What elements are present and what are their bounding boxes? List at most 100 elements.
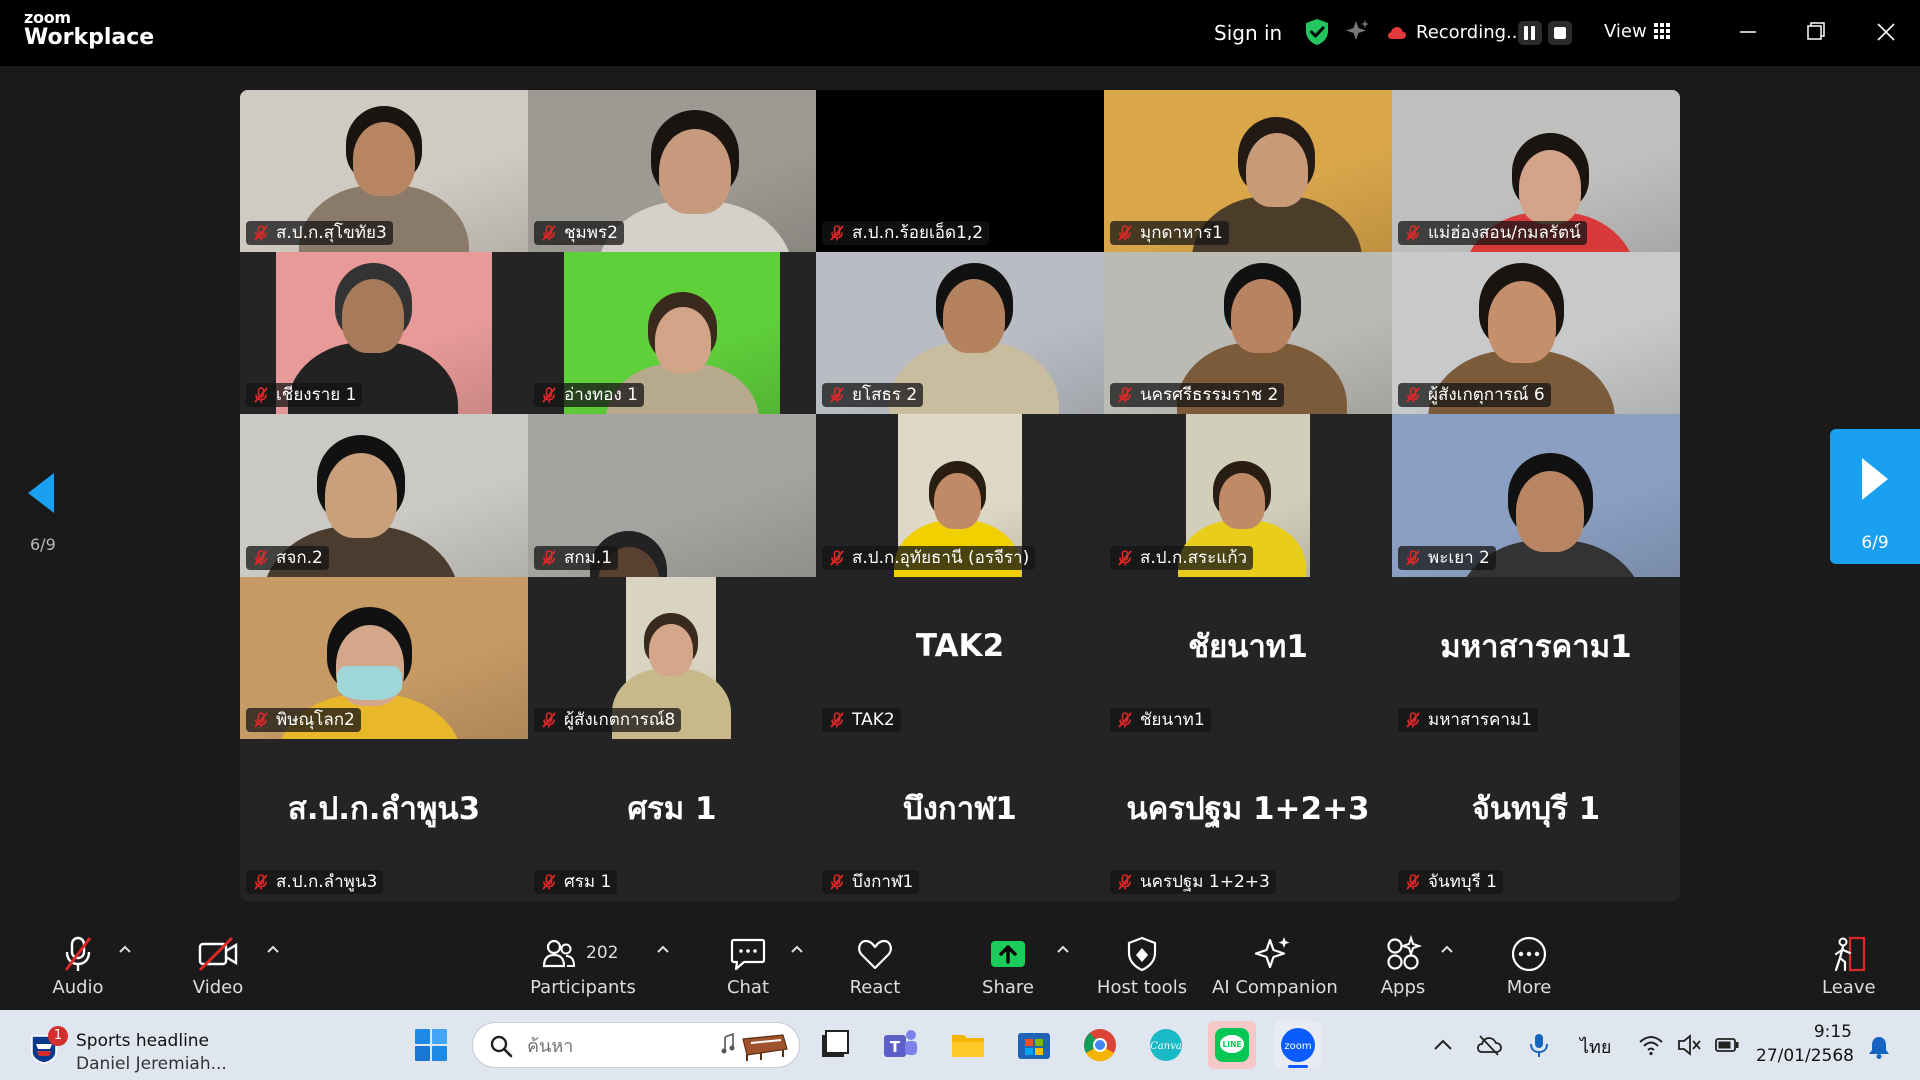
previous-page-arrow-icon[interactable] bbox=[26, 472, 56, 514]
participant-face bbox=[353, 121, 415, 196]
taskbar-app-zoom-button[interactable]: zoom bbox=[1274, 1021, 1322, 1069]
participant-name-label: ยโสธร 2 bbox=[822, 383, 924, 408]
participant-tile[interactable]: นครศรีธรรมราช 2 bbox=[1104, 252, 1392, 415]
participant-tile[interactable]: ยโสธร 2 bbox=[816, 252, 1104, 415]
grid-view-icon[interactable] bbox=[1654, 23, 1670, 39]
audio-button[interactable]: Audio bbox=[42, 934, 114, 998]
more-button[interactable]: More bbox=[1504, 934, 1554, 998]
participant-name-label: จันทบุรี 1 bbox=[1398, 869, 1503, 894]
sign-in-link[interactable]: Sign in bbox=[1214, 21, 1282, 45]
participant-name-label: มหาสารคาม1 bbox=[1398, 707, 1538, 732]
participant-tile[interactable]: ส.ป.ก.สุโขทัย3 bbox=[240, 90, 528, 253]
video-button[interactable]: Video bbox=[180, 934, 256, 998]
share-button[interactable]: Share bbox=[978, 934, 1038, 998]
taskbar-clock[interactable]: 9:15 27/01/2568 bbox=[1756, 1020, 1854, 1068]
participant-tile[interactable]: TAK2 TAK2 bbox=[816, 576, 1104, 739]
muted-mic-icon bbox=[542, 711, 556, 728]
restore-icon[interactable] bbox=[1796, 14, 1836, 50]
host-tools-button[interactable]: Host tools bbox=[1094, 934, 1190, 998]
participant-name-label: ส.ป.ก.สระแก้ว bbox=[1110, 545, 1254, 570]
security-shield-icon[interactable] bbox=[1304, 18, 1330, 46]
speaker-muted-icon[interactable] bbox=[1676, 1032, 1702, 1058]
search-input[interactable] bbox=[527, 1031, 707, 1061]
participant-name-label: ผู้สังเกตุการณ์ 6 bbox=[1398, 383, 1551, 408]
taskbar-app-canva-icon[interactable]: Canva bbox=[1144, 1023, 1188, 1067]
participant-name-label: อ่างทอง 1 bbox=[534, 383, 644, 408]
taskbar-app-teams-icon[interactable]: T bbox=[878, 1023, 922, 1067]
ai-companion-label: AI Companion bbox=[1212, 977, 1338, 998]
participants-button[interactable]: 202 Participants bbox=[528, 934, 638, 998]
participant-tile[interactable]: อ่างทอง 1 bbox=[528, 252, 816, 415]
ai-sparkle-icon[interactable] bbox=[1345, 19, 1371, 45]
zoom-workplace-logo: zoom Workplace bbox=[24, 10, 154, 49]
taskbar-app-store-icon[interactable] bbox=[1012, 1023, 1056, 1067]
participant-tile[interactable]: พิษณุโลก2 bbox=[240, 576, 528, 739]
participant-name-label: ชัยนาท1 bbox=[1110, 707, 1211, 732]
wifi-icon[interactable] bbox=[1638, 1032, 1664, 1058]
leave-button[interactable]: Leave bbox=[1822, 934, 1876, 998]
battery-icon[interactable] bbox=[1714, 1032, 1740, 1058]
participant-tile[interactable]: สจก.2 bbox=[240, 414, 528, 577]
participant-tile[interactable]: ชุมพร2 bbox=[528, 90, 816, 253]
participant-name: ชุมพร2 bbox=[564, 223, 618, 244]
windows-taskbar: 1 Sports headline Daniel Jeremiah... ค้น… bbox=[0, 1010, 1920, 1080]
apps-button[interactable]: Apps bbox=[1378, 934, 1428, 998]
participant-name: เชียงราย 1 bbox=[276, 385, 357, 406]
muted-mic-icon bbox=[1118, 225, 1132, 241]
pause-recording-button[interactable] bbox=[1518, 21, 1542, 45]
taskbar-search-box[interactable] bbox=[472, 1022, 800, 1068]
participant-tile[interactable]: มุกดาหาร1 bbox=[1104, 90, 1392, 253]
participant-tile[interactable]: มหาสารคาม1 มหาสารคาม1 bbox=[1392, 576, 1680, 739]
chat-options-chevron-up-icon[interactable] bbox=[790, 942, 804, 956]
input-language-indicator[interactable]: ไทย bbox=[1580, 1032, 1611, 1061]
share-options-chevron-up-icon[interactable] bbox=[1056, 942, 1070, 956]
muted-mic-icon bbox=[1406, 549, 1420, 566]
microphone-in-use-icon[interactable] bbox=[1526, 1032, 1552, 1058]
muted-mic-icon bbox=[542, 874, 556, 890]
windows-start-icon[interactable] bbox=[414, 1028, 448, 1062]
minimize-icon[interactable] bbox=[1728, 14, 1768, 50]
participant-name: พะเยา 2 bbox=[1428, 547, 1490, 568]
stop-recording-button[interactable] bbox=[1548, 21, 1572, 45]
audio-options-chevron-up-icon[interactable] bbox=[118, 942, 132, 956]
notification-bell-icon[interactable] bbox=[1866, 1034, 1892, 1060]
muted-mic-icon bbox=[1406, 711, 1420, 728]
muted-mic-icon bbox=[830, 549, 844, 566]
participant-tile[interactable]: เชียงราย 1 bbox=[240, 252, 528, 415]
participant-face bbox=[934, 473, 981, 529]
participant-tile[interactable]: ส.ป.ก.ร้อยเอ็ด1,2 bbox=[816, 90, 1104, 253]
host-tools-label: Host tools bbox=[1096, 977, 1188, 998]
participant-tile[interactable]: ส.ป.ก.อุทัยธานี (อรจีรา) bbox=[816, 414, 1104, 577]
logo-zoom-text: zoom bbox=[24, 8, 71, 27]
onedrive-offline-cloud-icon[interactable] bbox=[1476, 1032, 1502, 1058]
taskbar-app-line-button[interactable]: LINE bbox=[1208, 1021, 1256, 1069]
zoom-app-icon: zoom bbox=[1281, 1028, 1315, 1062]
close-icon[interactable] bbox=[1866, 14, 1906, 50]
next-page-button[interactable]: 6/9 bbox=[1830, 429, 1920, 564]
participant-tile[interactable]: นครปฐม 1+2+3 นครปฐม 1+2+3 bbox=[1104, 738, 1392, 901]
taskbar-app-chrome-icon[interactable] bbox=[1078, 1023, 1122, 1067]
view-menu-button[interactable]: View bbox=[1604, 21, 1647, 42]
participants-options-chevron-up-icon[interactable] bbox=[656, 942, 670, 956]
taskbar-app-terminal-icon[interactable] bbox=[812, 1023, 856, 1067]
react-button[interactable]: React bbox=[844, 934, 906, 998]
chat-button[interactable]: Chat bbox=[718, 934, 778, 998]
recording-status[interactable]: Recording... bbox=[1416, 22, 1523, 43]
participant-tile[interactable]: จันทบุรี 1 จันทบุรี 1 bbox=[1392, 738, 1680, 901]
participant-tile[interactable]: แม่ฮ่องสอน/กมลรัตน์ bbox=[1392, 90, 1680, 253]
apps-options-chevron-up-icon[interactable] bbox=[1440, 942, 1454, 956]
participant-tile[interactable]: พะเยา 2 bbox=[1392, 414, 1680, 577]
taskbar-app-file-explorer-icon[interactable] bbox=[946, 1023, 990, 1067]
participant-tile[interactable]: ผู้สังเกตุการณ์ 6 bbox=[1392, 252, 1680, 415]
heart-icon bbox=[858, 939, 892, 970]
video-options-chevron-up-icon[interactable] bbox=[266, 942, 280, 956]
show-hidden-icons-chevron-up-icon[interactable] bbox=[1430, 1032, 1456, 1058]
participant-tile[interactable]: ส.ป.ก.ลำพูน3 ส.ป.ก.ลำพูน3 bbox=[240, 738, 528, 901]
participant-tile[interactable]: ศรม 1 ศรม 1 bbox=[528, 738, 816, 901]
participant-tile[interactable]: ชัยนาท1 ชัยนาท1 bbox=[1104, 576, 1392, 739]
participant-tile[interactable]: สกม.1 bbox=[528, 414, 816, 577]
participant-tile[interactable]: ผู้สังเกตการณ์8 bbox=[528, 576, 816, 739]
ai-companion-button[interactable]: AI Companion bbox=[1212, 934, 1338, 998]
participant-tile[interactable]: บึงกาฬ1 บึงกาฬ1 bbox=[816, 738, 1104, 901]
participant-tile[interactable]: ส.ป.ก.สระแก้ว bbox=[1104, 414, 1392, 577]
